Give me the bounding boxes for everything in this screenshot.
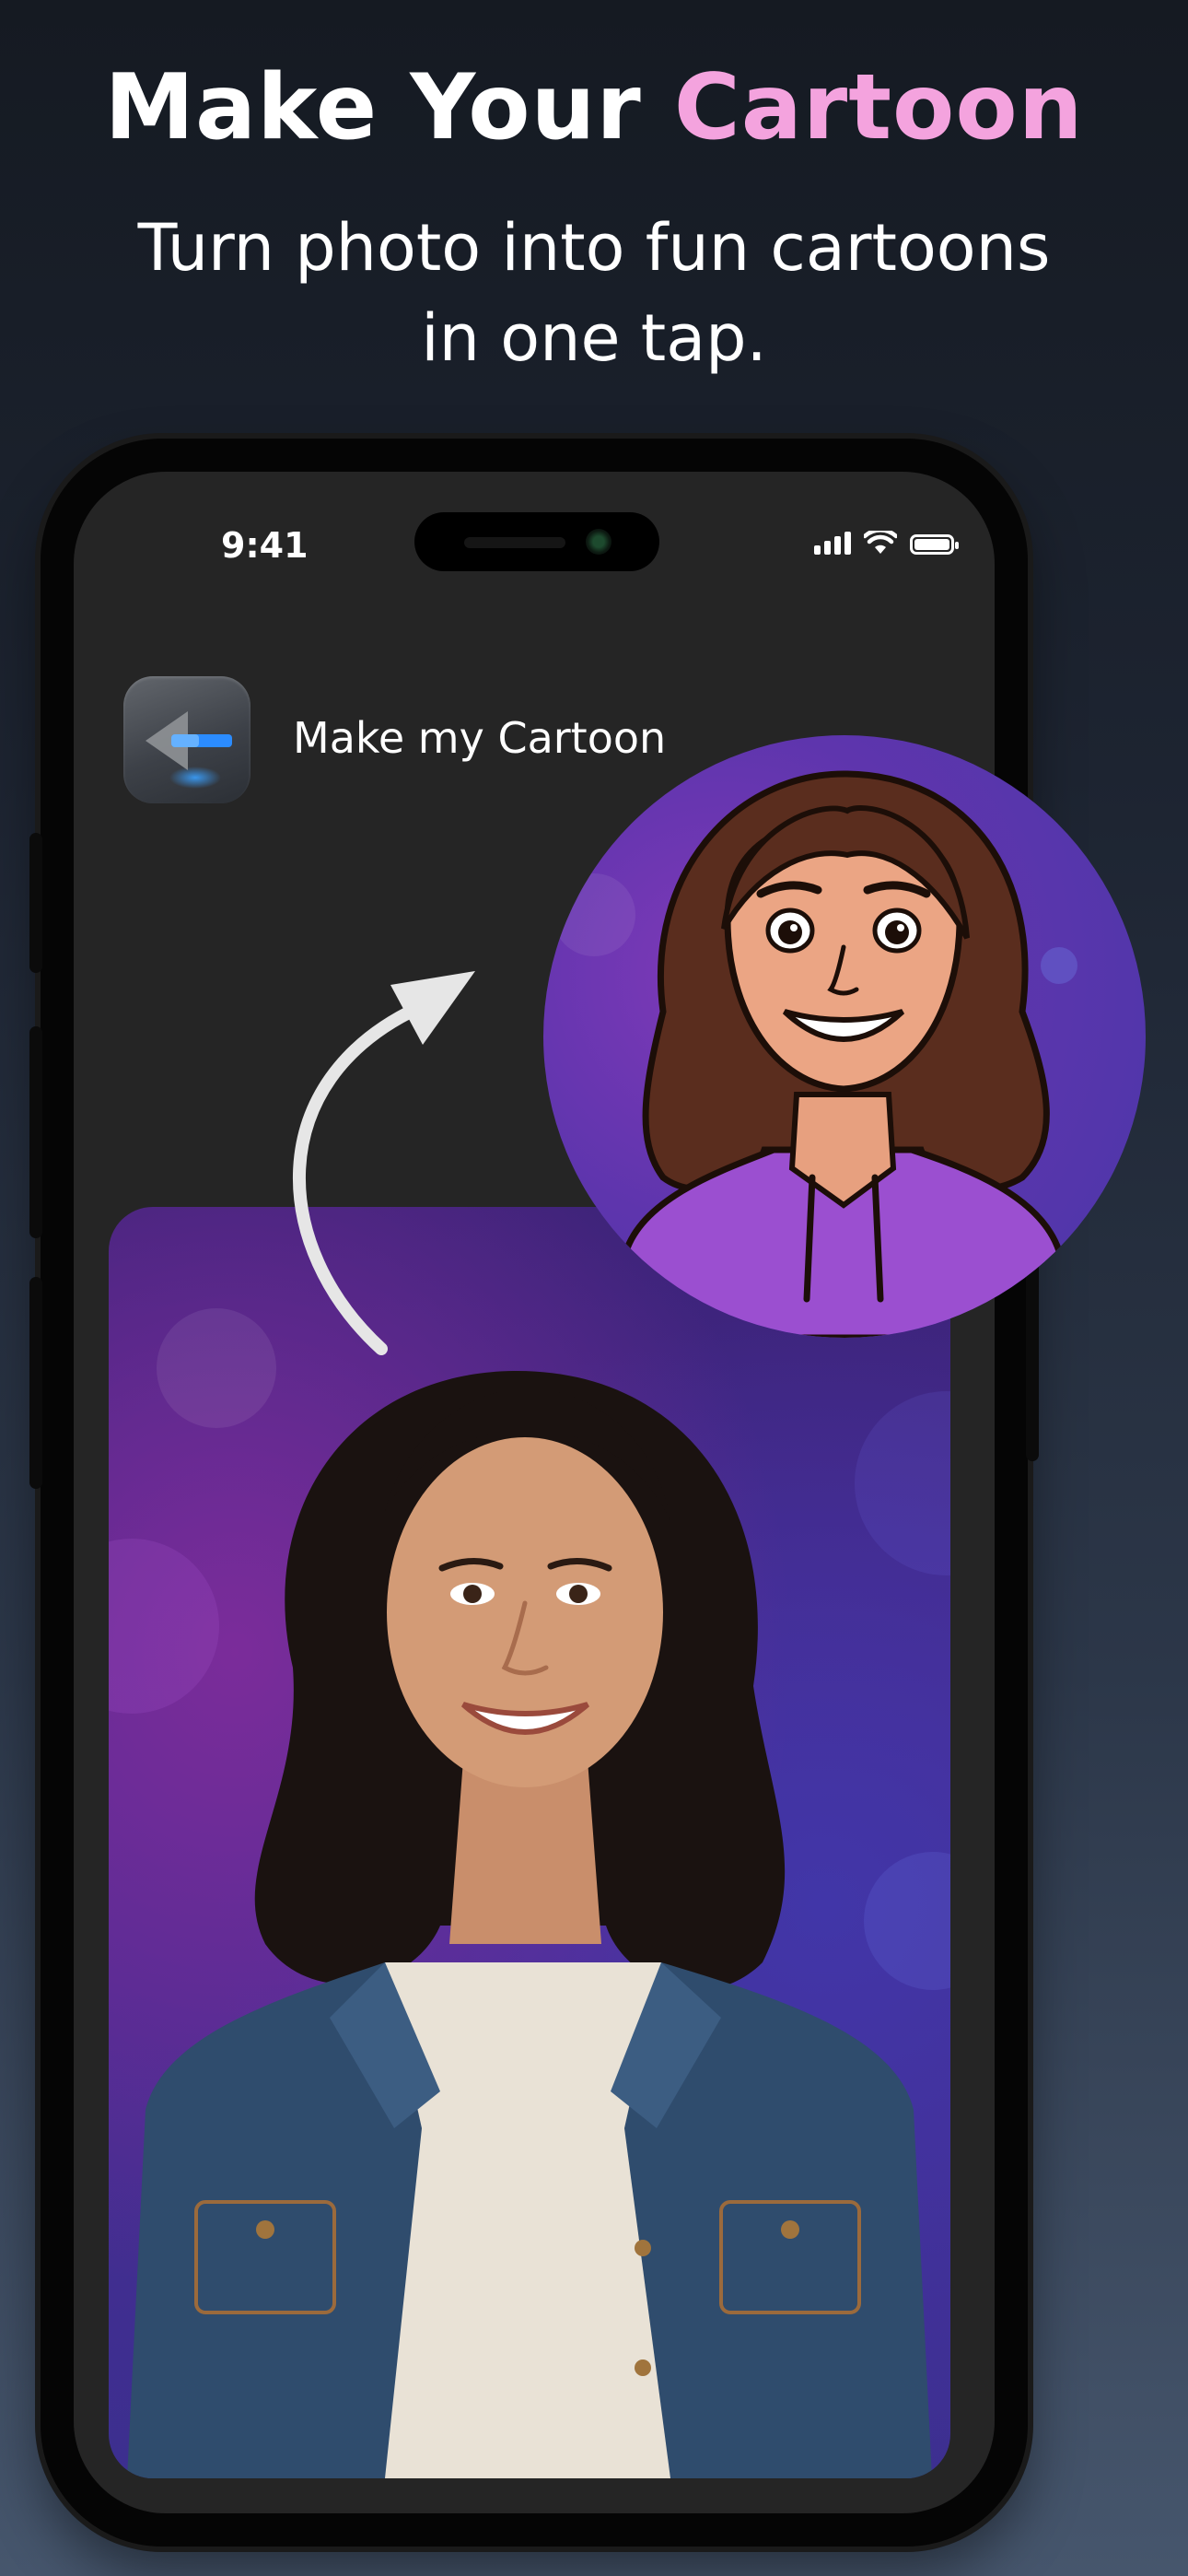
hero-subtitle-line2: in one tap. <box>421 300 767 376</box>
hero-title-part1: Make Your <box>104 55 674 160</box>
cartoon-girl-illustration <box>604 770 1081 1338</box>
dynamic-island <box>414 512 659 571</box>
hero-subtitle: Turn photo into fun cartoons in one tap. <box>0 203 1188 383</box>
status-time: 9:41 <box>221 525 309 566</box>
bokeh-light <box>157 1308 276 1428</box>
cartoon-portrait <box>543 735 1146 1338</box>
battery-icon <box>910 534 959 555</box>
phone-side-button-mute <box>29 833 42 973</box>
back-arrow-icon <box>146 711 232 789</box>
app-title: Make my Cartoon <box>293 713 667 763</box>
bokeh-light <box>1041 947 1077 984</box>
hero-subtitle-line1: Turn photo into fun cartoons <box>137 210 1051 286</box>
phone-side-button-volume-down <box>29 1277 42 1489</box>
status-icons <box>814 531 959 555</box>
portrait-photo <box>109 1207 950 2478</box>
hero-title-accent: Cartoon <box>673 55 1084 160</box>
hero-title: Make Your Cartoon <box>0 55 1188 160</box>
back-arrow-app-icon[interactable] <box>123 676 250 803</box>
phone-side-button-volume-up <box>29 1026 42 1238</box>
battery-fill <box>914 539 949 550</box>
bokeh-light <box>553 873 635 956</box>
wifi-icon <box>864 531 897 554</box>
curved-arrow-icon <box>293 971 475 1355</box>
cellular-signal-icon <box>814 532 851 555</box>
front-camera <box>586 529 611 555</box>
speaker-grille <box>464 537 565 548</box>
